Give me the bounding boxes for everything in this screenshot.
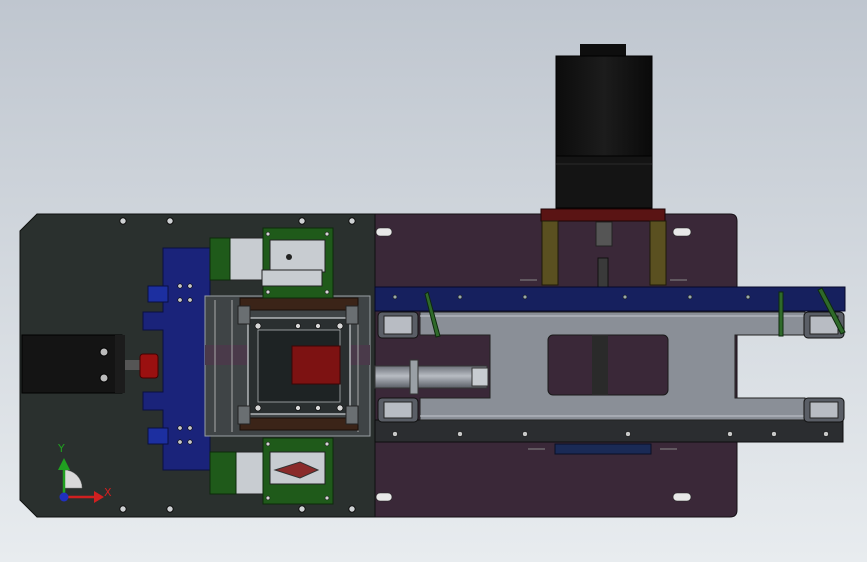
cad-viewport[interactable]: Y X <box>0 0 867 562</box>
bottom-rail <box>374 419 844 443</box>
red-coupling <box>139 353 159 379</box>
lower-bracket <box>554 443 652 455</box>
triad-x-label: X <box>104 486 112 499</box>
blue-rail <box>374 286 846 312</box>
pneumatic-cylinder <box>374 365 488 389</box>
z-axis-dot <box>59 492 69 502</box>
triad-y-label: Y <box>58 442 65 455</box>
end-motor-block <box>21 334 123 394</box>
red-block <box>291 345 341 385</box>
cad-model-view[interactable] <box>0 0 867 562</box>
drive-motor <box>555 55 653 157</box>
motor-mount-red <box>540 208 666 222</box>
